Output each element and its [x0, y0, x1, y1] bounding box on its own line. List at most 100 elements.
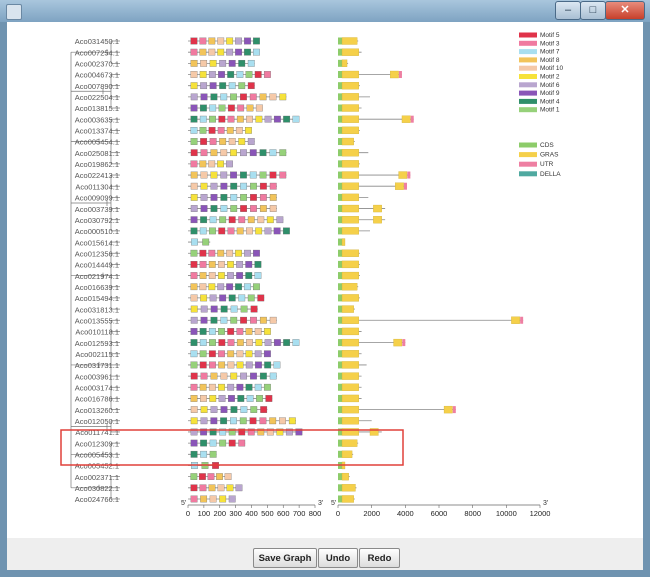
motif-box	[217, 249, 225, 257]
gene-label: Aco031450.1	[75, 37, 119, 46]
motif-box	[226, 160, 233, 168]
motif-box	[269, 205, 277, 212]
axis-tick-label: 600	[277, 509, 290, 518]
motif-box	[247, 82, 255, 90]
close-icon[interactable]: ✕	[605, 1, 645, 20]
motif-box	[190, 104, 198, 112]
cds-exon	[338, 59, 342, 67]
motif-box	[246, 339, 253, 346]
axis-tick-label: 300	[229, 509, 242, 518]
motif-box	[245, 261, 253, 268]
motif-box	[218, 361, 226, 369]
legend-label: GRAS	[540, 152, 559, 159]
motif-box	[240, 316, 248, 324]
gras-domain	[341, 182, 359, 190]
axis-tick-label: 100	[198, 509, 211, 518]
motif-box	[210, 305, 218, 313]
motif-box	[236, 272, 244, 279]
legend-swatch	[519, 65, 537, 71]
legend-label: DELLA	[540, 171, 561, 178]
motif-box	[246, 104, 254, 112]
motif-box	[244, 37, 251, 45]
gras-domain	[341, 82, 359, 90]
motif-box	[254, 350, 262, 358]
motif-box	[240, 171, 247, 179]
undo-button[interactable]: Undo	[318, 548, 358, 568]
motif-box	[190, 450, 198, 458]
motif-box	[230, 205, 238, 212]
motif-box	[238, 82, 246, 90]
title-bar[interactable]: – □ ✕	[0, 0, 650, 22]
cds-exon	[338, 249, 342, 257]
motif-box	[254, 383, 262, 391]
motif-box	[200, 82, 208, 90]
motif-box	[250, 372, 257, 380]
save-graph-button[interactable]: Save Graph	[253, 548, 317, 568]
minimize-icon[interactable]: –	[555, 1, 581, 20]
gene-label: Aco013260.1	[75, 406, 119, 415]
motif-box	[257, 294, 265, 302]
motif-box	[250, 305, 258, 313]
motif-box	[219, 495, 227, 503]
motif-box	[190, 484, 198, 492]
motif-box	[199, 115, 207, 123]
motif-box	[247, 138, 255, 145]
gene-label: Aco024766.1	[75, 495, 119, 504]
motif-box	[240, 182, 248, 190]
cds-exon	[338, 450, 342, 458]
motif-box	[249, 171, 257, 179]
gras-domain	[341, 160, 359, 168]
motif-box	[200, 138, 208, 145]
gene-label: Aco003739.1	[75, 205, 119, 214]
motif-box	[199, 261, 207, 268]
motif-box	[200, 182, 208, 190]
motif-box	[253, 283, 260, 291]
utr-region	[410, 115, 414, 123]
gras-domain	[341, 238, 346, 246]
motif-box	[200, 194, 208, 201]
motif-box	[217, 160, 224, 168]
maximize-icon[interactable]: □	[580, 1, 606, 20]
motif-box	[226, 37, 234, 45]
gene-label: Aco007890.1	[75, 82, 119, 91]
motif-box	[208, 383, 216, 391]
motif-box	[190, 115, 198, 123]
motif-box	[199, 383, 207, 391]
motif-box	[250, 316, 257, 324]
gene-label: Aco000510.1	[75, 227, 119, 236]
motif-box	[227, 328, 235, 335]
motif-box	[273, 339, 281, 346]
motif-box	[200, 305, 208, 313]
redo-button[interactable]: Redo	[359, 548, 400, 568]
legend-label: Motif 8	[540, 57, 560, 64]
motif-box	[218, 383, 225, 391]
motif-box	[230, 316, 238, 324]
motif-box	[259, 205, 267, 212]
motif-box	[200, 495, 208, 503]
motif-box	[238, 439, 246, 447]
gras-domain	[341, 372, 359, 380]
gene-label: Aco015614.1	[75, 238, 119, 247]
motif-box	[227, 104, 235, 112]
motif-box	[266, 216, 274, 224]
motif-box	[190, 495, 198, 503]
motif-box	[209, 439, 217, 447]
motif-box	[190, 127, 198, 134]
legend-label: Motif 10	[540, 65, 564, 72]
legend-label: Motif 9	[540, 90, 560, 97]
motif-box	[190, 294, 198, 302]
motif-box	[273, 115, 281, 123]
motif-box	[199, 484, 207, 492]
motif-box	[199, 71, 207, 78]
motif-box	[219, 294, 227, 302]
gras-domain	[341, 450, 353, 458]
motif-box	[279, 417, 286, 425]
gene-label: Aco002371.1	[75, 473, 119, 482]
legend-label: Motif 6	[540, 82, 560, 89]
motif-box	[239, 417, 247, 425]
motif-box	[218, 104, 226, 112]
gras-domain	[393, 338, 403, 347]
gras-domain	[341, 193, 359, 202]
motif-box	[238, 59, 246, 67]
motif-box	[238, 216, 246, 224]
